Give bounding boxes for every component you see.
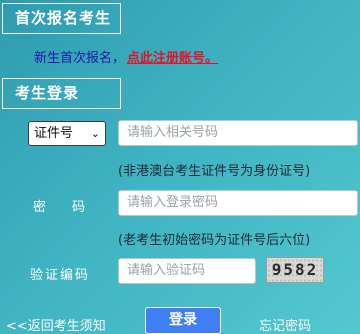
chevron-down-icon: ⌄ [90, 127, 100, 140]
forgot-password-link[interactable]: 忘记密码 [259, 315, 311, 334]
login-button[interactable]: 登录 [145, 307, 221, 334]
new-registration-row: 新生首次报名， 点此注册账号。 [34, 47, 218, 66]
login-section-title: 考生登录 [2, 78, 121, 109]
id-type-selected-value: 证件号 [34, 126, 74, 141]
id-type-select[interactable]: 证件号 ⌄ [28, 121, 106, 146]
id-number-input[interactable]: 请输入相关号码 [118, 120, 358, 146]
password-input[interactable]: 请输入登录密码 [118, 190, 358, 216]
back-to-notice-link[interactable]: <<返回考生须知 [6, 315, 106, 334]
register-account-link[interactable]: 点此注册账号。 [127, 51, 218, 66]
captcha-text: 9582 [271, 260, 319, 279]
new-registration-lead-text: 新生首次报名， [34, 51, 126, 66]
captcha-label: 验证编码 [30, 268, 91, 283]
password-label: 密 码 [33, 200, 86, 215]
new-registration-title: 首次报名考生 [2, 3, 121, 34]
captcha-input[interactable]: 请输入验证码 [118, 258, 256, 284]
captcha-image[interactable]: 9582 [266, 257, 324, 283]
id-number-hint: (非港澳台考生证件号为身份证号) [118, 164, 311, 179]
password-hint: (老考生初始密码为证件号后六位) [118, 233, 311, 248]
